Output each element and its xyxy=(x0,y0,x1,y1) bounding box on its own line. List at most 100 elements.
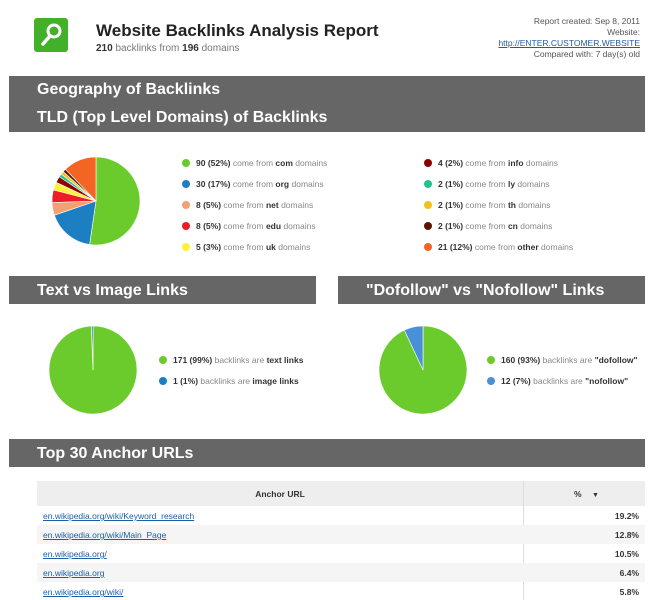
legend-category: text links xyxy=(266,355,304,365)
legend-text: 30 (17%) come from org domains xyxy=(196,179,324,189)
legend-count: 4 (2%) xyxy=(438,158,464,168)
anchor-url-link[interactable]: en.wikipedia.org/ xyxy=(43,549,107,559)
domains-count: 196 xyxy=(182,43,199,54)
legend-dot-icon xyxy=(182,201,190,209)
legend-count: 160 (93%) xyxy=(501,355,541,365)
anchor-url-link[interactable]: en.wikipedia.org xyxy=(43,568,104,578)
anchor-percent: 10.5% xyxy=(614,549,639,559)
report-subtitle: 210 backlinks from 196 domains xyxy=(96,43,239,54)
legend-dot-icon xyxy=(487,356,495,364)
follow-heading: "Dofollow" vs "Nofollow" Links xyxy=(366,282,605,299)
backlinks-count: 210 xyxy=(96,43,113,54)
legend-dot-icon xyxy=(424,180,432,188)
table-row: en.wikipedia.org 6.4% xyxy=(37,563,645,582)
legend-dot-icon xyxy=(159,377,167,385)
legend-dot-icon xyxy=(487,377,495,385)
website-link[interactable]: http://ENTER.CUSTOMER.WEBSITE xyxy=(498,38,640,48)
legend-dot-icon xyxy=(182,222,190,230)
legend-suffix: domains xyxy=(541,242,574,252)
legend-count: 2 (1%) xyxy=(438,200,464,210)
legend-category: other xyxy=(517,242,539,252)
anchors-heading: Top 30 Anchor URLs xyxy=(37,445,194,462)
compared-with: Compared with: 7 day(s) old xyxy=(533,49,640,59)
legend-category: image links xyxy=(252,376,299,386)
anchor-url-header[interactable]: Anchor URL xyxy=(37,489,523,499)
anchors-table: Anchor URL % ▼ en.wikipedia.org/wiki/Key… xyxy=(37,481,645,600)
domains-text: domains xyxy=(201,43,240,54)
tld-legend: 90 (52%) come from com domains 30 (17%) c… xyxy=(182,158,642,258)
anchor-url-link[interactable]: en.wikipedia.org/wiki/Main_Page xyxy=(43,530,166,540)
link-logo-icon xyxy=(34,18,68,52)
legend-text: 4 (2%) come from info domains xyxy=(438,158,558,168)
legend-text: 8 (5%) come from edu domains xyxy=(196,221,316,231)
text-image-pie-chart xyxy=(48,325,138,415)
legend-dot-icon xyxy=(424,159,432,167)
legend-text: 2 (1%) come from ly domains xyxy=(438,179,550,189)
anchor-percent: 5.8% xyxy=(619,587,639,597)
legend-text: 21 (12%) come from other domains xyxy=(438,242,573,252)
legend-dot-icon xyxy=(424,201,432,209)
report-header: Website Backlinks Analysis Report 210 ba… xyxy=(0,0,658,70)
legend-dot-icon xyxy=(182,243,190,251)
legend-suffix: domains xyxy=(518,200,551,210)
follow-legend: 160 (93%) backlinks are "dofollow" 12 (7%… xyxy=(487,355,652,395)
percent-header[interactable]: % ▼ xyxy=(574,489,599,499)
legend-count: 8 (5%) xyxy=(196,200,222,210)
legend-text: 2 (1%) come from th domains xyxy=(438,200,551,210)
legend-verb: come from xyxy=(223,200,264,210)
legend-dot-icon xyxy=(424,222,432,230)
anchor-percent: 12.8% xyxy=(614,530,639,540)
legend-category: edu xyxy=(265,221,282,231)
table-header: Anchor URL % ▼ xyxy=(37,481,645,600)
legend-verb: come from xyxy=(232,158,274,168)
legend-text: 12 (7%) backlinks are "nofollow" xyxy=(501,376,628,386)
table-row: en.wikipedia.org/10.5% xyxy=(37,544,645,563)
legend-category: th xyxy=(507,200,516,210)
legend-suffix: domains xyxy=(520,221,553,231)
legend-suffix: domains xyxy=(525,158,559,168)
legend-category: "nofollow" xyxy=(585,376,629,386)
website-label: Website: xyxy=(607,27,640,37)
legend-category: org xyxy=(275,179,290,189)
legend-count: 2 (1%) xyxy=(438,179,464,189)
anchor-percent: 19.2% xyxy=(614,511,639,521)
sort-desc-icon: ▼ xyxy=(591,492,599,499)
legend-category: uk xyxy=(265,242,276,252)
legend-count: 171 (99%) xyxy=(173,355,213,365)
legend-suffix: domains xyxy=(281,200,314,210)
table-row: en.wikipedia.org/wiki/5.8% xyxy=(37,582,645,600)
table-body: en.wikipedia.org/wiki/Keyword_research 19… xyxy=(37,506,645,600)
legend-verb: backlinks are xyxy=(542,355,593,365)
tld-heading: TLD (Top Level Domains) of Backlinks xyxy=(37,109,328,126)
follow-band: "Dofollow" vs "Nofollow" Links xyxy=(338,276,645,304)
legend-verb: backlinks are xyxy=(214,355,265,365)
legend-suffix: domains xyxy=(295,158,328,168)
anchor-url-link[interactable]: en.wikipedia.org/wiki/Keyword_research xyxy=(43,511,194,521)
legend-count: 21 (12%) xyxy=(438,242,473,252)
legend-text: 171 (99%) backlinks are text links xyxy=(173,355,303,365)
legend-verb: backlinks are xyxy=(200,376,251,386)
legend-suffix: domains xyxy=(278,242,311,252)
legend-count: 8 (5%) xyxy=(196,221,222,231)
geography-band: Geography of Backlinks TLD (Top Level Do… xyxy=(9,76,645,132)
text-image-band: Text vs Image Links xyxy=(9,276,316,304)
legend-text: 5 (3%) come from uk domains xyxy=(196,242,310,252)
legend-suffix: domains xyxy=(283,221,316,231)
legend-category: net xyxy=(265,200,279,210)
text-image-legend: 171 (99%) backlinks are text links 1 (1%)… xyxy=(159,355,329,395)
legend-verb: come from xyxy=(223,221,264,231)
legend-verb: come from xyxy=(465,158,506,168)
legend-verb: come from xyxy=(474,242,516,252)
legend-text: 1 (1%) backlinks are image links xyxy=(173,376,299,386)
report-meta: Report created: Sep 8, 2011 Website: htt… xyxy=(498,16,640,60)
backlinks-text: backlinks from xyxy=(115,43,180,54)
legend-category: ly xyxy=(507,179,516,189)
legend-count: 30 (17%) xyxy=(196,179,231,189)
anchor-url-link[interactable]: en.wikipedia.org/wiki/ xyxy=(43,587,123,597)
legend-category: com xyxy=(275,158,293,168)
legend-suffix: domains xyxy=(517,179,550,189)
legend-category: "dofollow" xyxy=(594,355,638,365)
legend-text: 2 (1%) come from cn domains xyxy=(438,221,552,231)
legend-verb: come from xyxy=(465,221,506,231)
legend-count: 12 (7%) xyxy=(501,376,531,386)
